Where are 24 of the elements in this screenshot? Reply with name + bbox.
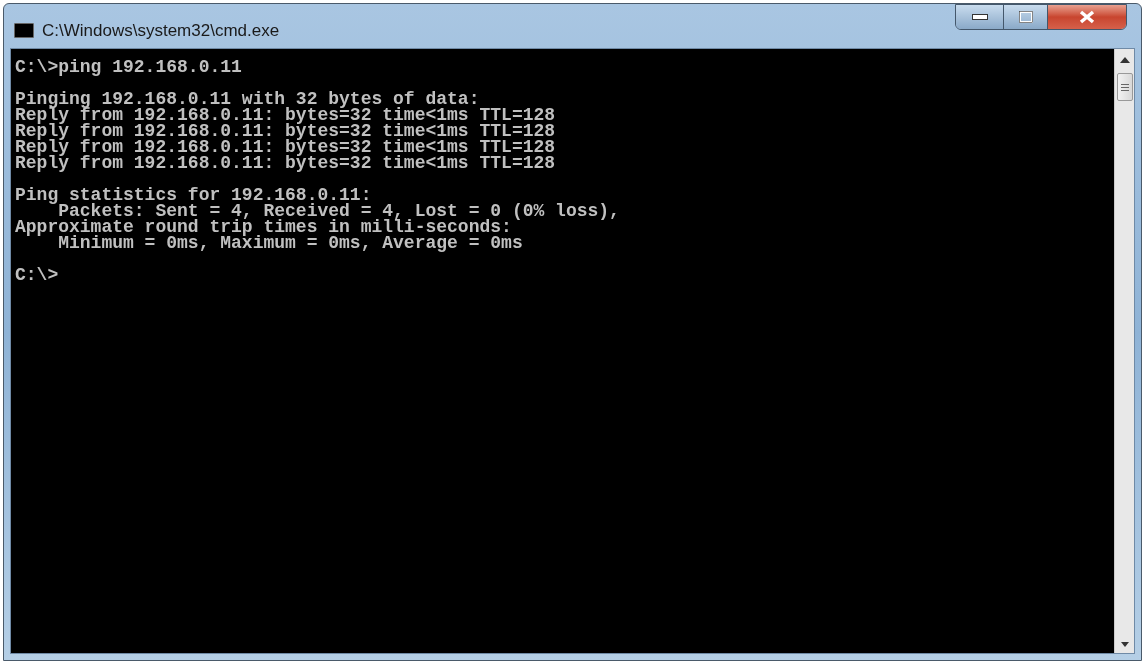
maximize-button[interactable] [1004,5,1048,29]
scrollbar-thumb[interactable] [1116,73,1133,101]
window-title: C:\Windows\system32\cmd.exe [42,20,280,42]
console-app-icon [14,23,34,39]
grip-icon [1120,83,1129,91]
console-line: Reply from 192.168.0.11: bytes=32 time<1ms TTL=128 [15,155,557,171]
close-button[interactable] [1048,5,1126,29]
scroll-down-icon [1120,642,1129,647]
vertical-scrollbar[interactable] [1114,49,1134,653]
console-line: C:\>ping 192.168.0.11 [15,59,243,75]
console-line: Ping statistics for 192.168.0.11: [15,187,373,203]
maximize-icon [1018,11,1033,23]
console-line: Reply from 192.168.0.11: bytes=32 time<1ms TTL=128 [15,139,557,155]
console-line: Packets: Sent = 4, Received = 4, Lost = 0 (0% loss), [58,203,621,219]
console-line: Approximate round trip times in milli-seconds: [15,219,512,235]
console-line: Minimum = 0ms, Maximum = 0ms, Average = 0ms [58,235,524,251]
minimize-icon [971,14,988,20]
minimize-button[interactable] [956,5,1004,29]
scroll-up-icon [1119,57,1130,63]
console-line: Reply from 192.168.0.11: bytes=32 time<1ms TTL=128 [15,123,557,139]
console-line: Pinging 192.168.0.11 with 32 bytes of data: [15,91,480,107]
console-line: C:\> [15,267,60,283]
console-line: Reply from 192.168.0.11: bytes=32 time<1ms TTL=128 [15,107,557,123]
close-icon [1079,10,1095,24]
